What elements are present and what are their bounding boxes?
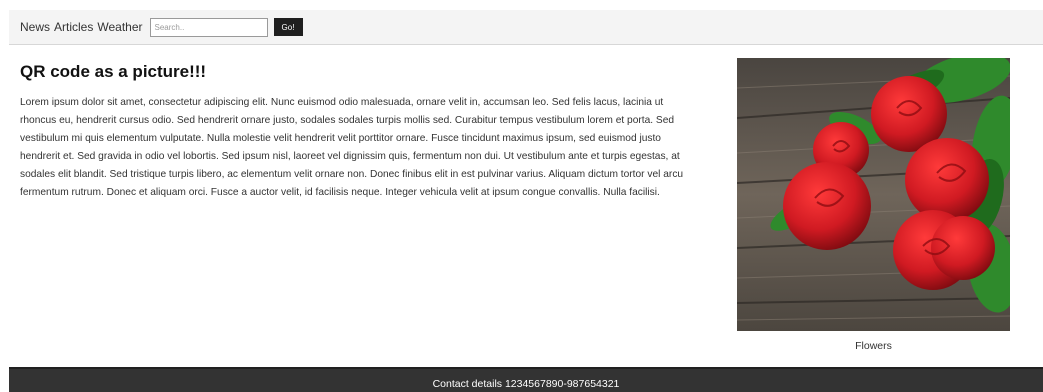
go-button[interactable]: Go! (273, 18, 303, 36)
page-title: QR code as a picture!!! (20, 62, 207, 81)
nav-link-articles[interactable]: Articles (54, 20, 93, 34)
flowers-figure: Flowers (737, 58, 1010, 352)
article-body: Lorem ipsum dolor sit amet, consectetur … (20, 97, 684, 198)
search-input[interactable] (149, 17, 268, 37)
page: News Articles Weather Go! QR code as a p… (0, 0, 1043, 392)
nav-link-weather[interactable]: Weather (97, 20, 142, 34)
contact-details: Contact details 1234567890-987654321 (432, 378, 620, 390)
roses-image (737, 58, 1010, 331)
footer: Contact details 1234567890-987654321 (9, 367, 1043, 392)
top-navigation-bar: News Articles Weather Go! (9, 10, 1043, 45)
nav-link-news[interactable]: News (20, 20, 50, 34)
figure-caption: Flowers (855, 340, 892, 352)
